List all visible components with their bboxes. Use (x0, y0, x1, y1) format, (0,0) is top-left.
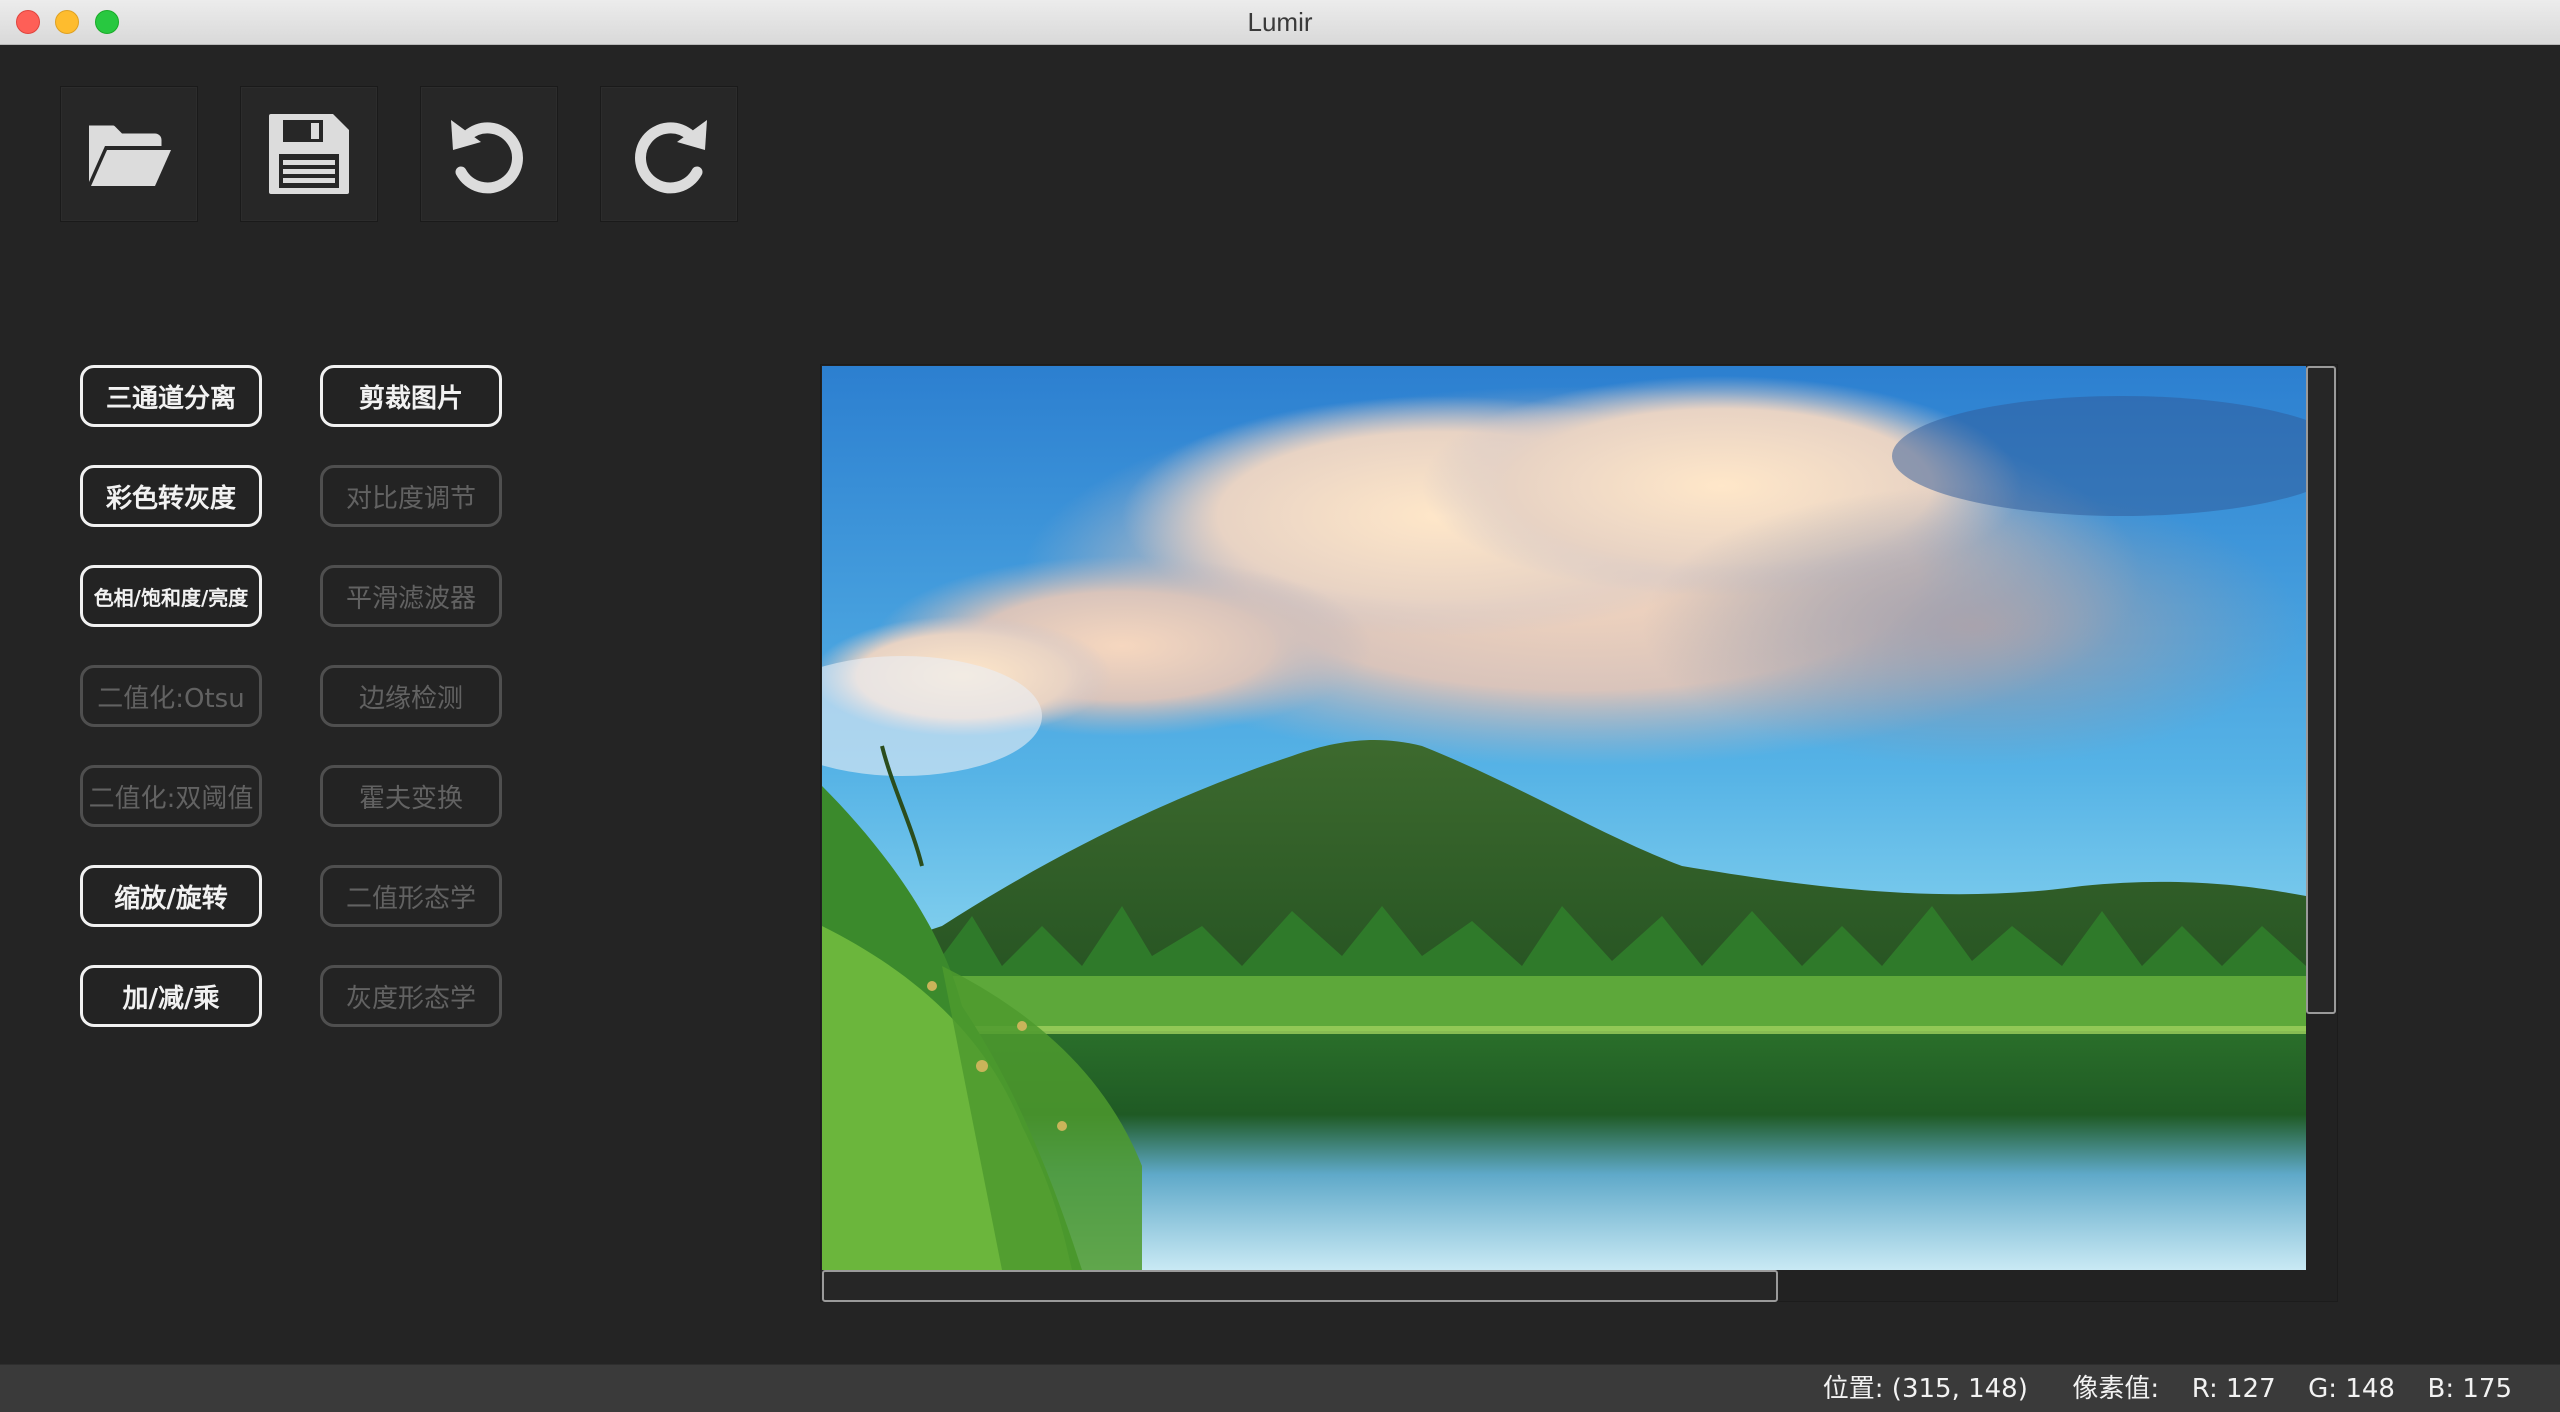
scale-rotate-button[interactable]: 缩放/旋转 (80, 865, 262, 927)
undo-button[interactable] (420, 86, 558, 222)
binary-morphology-button[interactable]: 二值形态学 (320, 865, 502, 927)
landscape-image-drawing (822, 366, 2306, 1270)
edge-detection-button[interactable]: 边缘检测 (320, 665, 502, 727)
pixel-value-label: 像素值: (2072, 1374, 2160, 1404)
open-button[interactable] (60, 86, 198, 222)
undo-icon (451, 120, 523, 194)
binarize-otsu-button[interactable]: 二值化:Otsu (80, 665, 262, 727)
hough-transform-button[interactable]: 霍夫变换 (320, 765, 502, 827)
vertical-scrollbar[interactable] (2306, 366, 2336, 1014)
title-bar: Lumir (0, 0, 2560, 45)
smoothing-filter-button[interactable]: 平滑滤波器 (320, 565, 502, 627)
red-value: R: 127 (2191, 1374, 2276, 1404)
horizontal-scrollbar[interactable] (822, 1270, 1778, 1302)
green-value: G: 148 (2308, 1374, 2395, 1404)
add-subtract-multiply-button[interactable]: 加/减/乘 (80, 965, 262, 1027)
status-info: 位置: (315, 148) 像素值: R: 127 G: 148 B: 175 (1823, 1365, 2512, 1412)
channel-split-button[interactable]: 三通道分离 (80, 365, 262, 427)
hsl-adjust-button[interactable]: 色相/饱和度/亮度 (80, 565, 262, 627)
binarize-double-threshold-button[interactable]: 二值化:双阈值 (80, 765, 262, 827)
position-label: 位置: (1822, 1374, 1884, 1404)
color-to-gray-button[interactable]: 彩色转灰度 (80, 465, 262, 527)
floppy-disk-icon (269, 114, 349, 194)
status-bar: 位置: (315, 148) 像素值: R: 127 G: 148 B: 175 (0, 1364, 2560, 1412)
redo-button[interactable] (600, 86, 738, 222)
save-button[interactable] (240, 86, 378, 222)
blue-value: B: 175 (2427, 1374, 2513, 1404)
app-window: Lumir 三通道分离 彩色转灰度 色相/饱和度/亮度 二值化:Otsu 二值化… (0, 0, 2560, 1412)
contrast-adjust-button[interactable]: 对比度调节 (320, 465, 502, 527)
position-value: (315, 148) (1891, 1374, 2028, 1404)
landscape-photo[interactable] (822, 366, 2306, 1270)
window-title: Lumir (1247, 7, 1313, 37)
folder-open-icon (89, 125, 171, 186)
redo-icon (635, 120, 707, 194)
crop-image-button[interactable]: 剪裁图片 (320, 365, 502, 427)
grayscale-morphology-button[interactable]: 灰度形态学 (320, 965, 502, 1027)
